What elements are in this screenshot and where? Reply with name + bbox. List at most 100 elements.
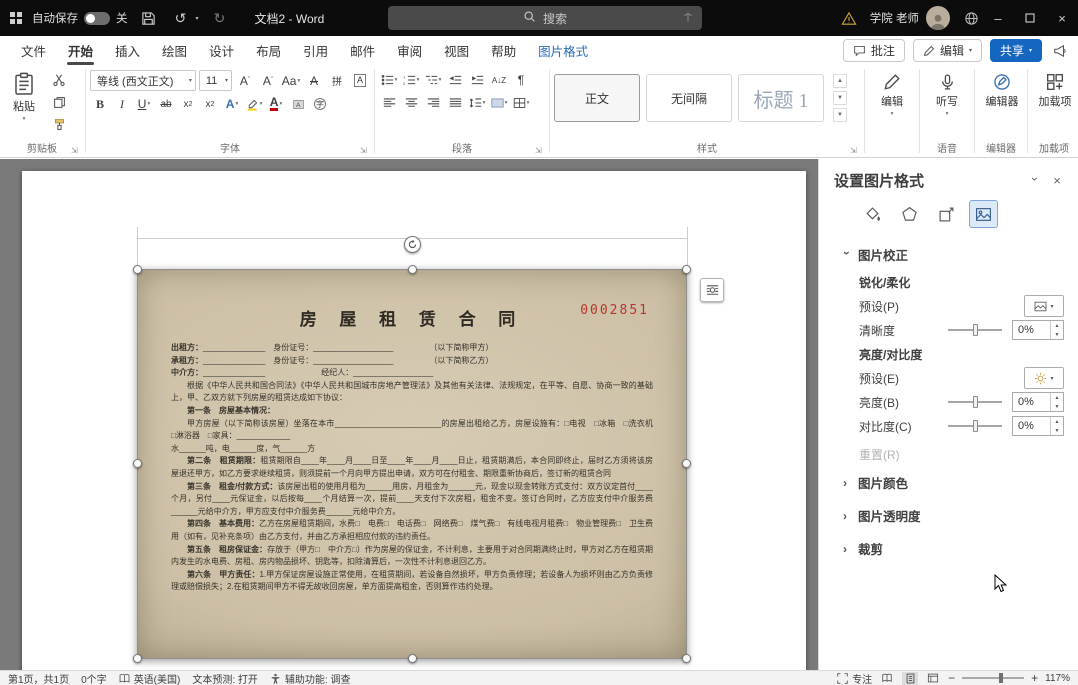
contrast-spin-down[interactable]: ▼ xyxy=(1051,426,1063,435)
sort-button[interactable]: A↓Z xyxy=(489,70,509,90)
style-no-spacing[interactable]: 无间隔 xyxy=(646,74,732,122)
highlight-button[interactable]: ▾ xyxy=(244,94,264,114)
clipboard-dialog-launcher[interactable]: ⇲ xyxy=(71,146,81,156)
bullets-button[interactable]: ▾ xyxy=(379,70,399,90)
addins-button[interactable]: 加载项 xyxy=(1032,70,1078,109)
brightness-slider[interactable] xyxy=(948,396,1002,408)
zoom-out-button[interactable]: − xyxy=(948,671,955,685)
paragraph-dialog-launcher[interactable]: ⇲ xyxy=(535,146,545,156)
layout-properties-tab[interactable] xyxy=(933,201,960,227)
autosave-switch[interactable] xyxy=(84,11,110,25)
panel-close-icon[interactable]: × xyxy=(1046,171,1068,191)
clear-formatting-button[interactable]: A xyxy=(304,71,324,91)
align-center-button[interactable] xyxy=(401,93,421,113)
autosave-toggle[interactable]: 自动保存 关 xyxy=(32,10,128,26)
font-size-combo[interactable]: 11 ▾ xyxy=(198,70,232,91)
styles-scroll-down[interactable]: ▼ xyxy=(833,91,847,105)
layout-options-button[interactable] xyxy=(700,278,724,302)
resize-handle-se[interactable] xyxy=(682,654,691,663)
text-prediction-indicator[interactable]: 文本预测: 打开 xyxy=(192,671,258,685)
read-mode-button[interactable] xyxy=(879,672,895,685)
editing-mode-button[interactable]: 编辑 ▾ xyxy=(912,39,982,62)
tab-layout[interactable]: 布局 xyxy=(247,36,290,66)
text-effects-button[interactable]: A ▾ xyxy=(222,94,242,114)
save-icon[interactable] xyxy=(138,7,160,29)
phonetic-guide-button[interactable]: 拼 xyxy=(327,71,347,91)
zoom-slider[interactable] xyxy=(962,673,1025,683)
tab-view[interactable]: 视图 xyxy=(435,36,478,66)
sharpness-slider[interactable] xyxy=(948,324,1002,336)
paragraph-shading-button[interactable]: ▾ xyxy=(489,93,509,113)
sharpness-value-box[interactable]: 0% ▲ ▼ xyxy=(1012,320,1064,340)
sharpen-preset-dropdown[interactable]: ▾ xyxy=(1024,295,1064,317)
cut-button[interactable] xyxy=(49,70,69,90)
section-picture-corrections[interactable]: › 图片校正 xyxy=(819,237,1078,270)
undo-icon[interactable]: ↺ xyxy=(170,7,192,29)
align-right-button[interactable] xyxy=(423,93,443,113)
account-button[interactable]: 学院 老师 xyxy=(870,6,950,30)
picture-tab[interactable] xyxy=(969,200,998,228)
tab-references[interactable]: 引用 xyxy=(294,36,337,66)
resize-handle-n[interactable] xyxy=(408,265,417,274)
show-marks-button[interactable]: ¶ xyxy=(511,70,531,90)
sharpness-slider-thumb[interactable] xyxy=(973,324,978,336)
tab-home[interactable]: 开始 xyxy=(59,36,102,66)
minimize-button[interactable]: – xyxy=(982,0,1014,36)
zoom-level[interactable]: 117% xyxy=(1045,673,1070,684)
tab-design[interactable]: 设计 xyxy=(200,36,243,66)
resize-handle-e[interactable] xyxy=(682,459,691,468)
style-heading-1[interactable]: 标题 1 xyxy=(738,74,824,122)
style-normal[interactable]: 正文 xyxy=(554,74,640,122)
brightness-spin-down[interactable]: ▼ xyxy=(1051,402,1063,411)
styles-dialog-launcher[interactable]: ⇲ xyxy=(850,146,860,156)
search-assistant-icon[interactable] xyxy=(682,11,694,26)
sharpness-spin-down[interactable]: ▼ xyxy=(1051,330,1063,339)
comments-button[interactable]: 批注 xyxy=(842,39,905,62)
share-button[interactable]: 共享 ▾ xyxy=(989,39,1042,62)
contrast-slider-thumb[interactable] xyxy=(973,420,978,432)
section-picture-transparency[interactable]: › 图片透明度 xyxy=(819,498,1078,531)
line-spacing-button[interactable]: ▾ xyxy=(467,93,487,113)
tab-picture-format[interactable]: 图片格式 xyxy=(529,36,597,66)
contrast-spin-up[interactable]: ▲ xyxy=(1051,417,1063,426)
tab-file[interactable]: 文件 xyxy=(12,36,55,66)
decrease-indent-button[interactable] xyxy=(445,70,465,90)
zoom-slider-thumb[interactable] xyxy=(999,673,1004,683)
language-indicator[interactable]: 英语(美国) xyxy=(119,671,180,685)
bold-button[interactable]: B xyxy=(90,94,110,114)
presence-sphere-icon[interactable] xyxy=(960,7,982,29)
reset-button[interactable]: 重置(R) xyxy=(819,438,1078,465)
contrast-slider[interactable] xyxy=(948,420,1002,432)
shading-button[interactable]: A xyxy=(288,94,308,114)
change-case-button[interactable]: Aa ▾ xyxy=(281,71,301,91)
increase-indent-button[interactable] xyxy=(467,70,487,90)
tab-insert[interactable]: 插入 xyxy=(106,36,149,66)
zoom-in-button[interactable]: + xyxy=(1031,671,1038,685)
grow-font-button[interactable]: Aˆ xyxy=(235,71,255,91)
contract-image[interactable]: 0002851 房 屋 租 赁 合 同 出租方：______________ 身… xyxy=(137,269,687,659)
focus-button[interactable]: 专注 xyxy=(837,671,872,685)
section-picture-color[interactable]: › 图片颜色 xyxy=(819,465,1078,498)
resize-handle-w[interactable] xyxy=(133,459,142,468)
underline-button[interactable]: U ▾ xyxy=(134,94,154,114)
tab-mailings[interactable]: 邮件 xyxy=(341,36,384,66)
search-box[interactable]: 搜索 xyxy=(388,6,702,30)
warning-icon[interactable] xyxy=(838,7,860,29)
numbering-button[interactable]: 1 2 ▾ xyxy=(401,70,421,90)
dictate-button[interactable]: 听写 ▾ xyxy=(924,70,970,117)
enclose-character-button[interactable]: 字 xyxy=(310,94,330,114)
editor-button[interactable]: 编辑器 xyxy=(979,70,1025,109)
document-canvas[interactable]: 0002851 房 屋 租 赁 合 同 出租方：______________ 身… xyxy=(0,159,818,670)
strikethrough-button[interactable]: ab xyxy=(156,94,176,114)
brightness-spin-up[interactable]: ▲ xyxy=(1051,393,1063,402)
tab-draw[interactable]: 绘图 xyxy=(153,36,196,66)
align-left-button[interactable] xyxy=(379,93,399,113)
brightness-value-box[interactable]: 0% ▲ ▼ xyxy=(1012,392,1064,412)
font-family-combo[interactable]: 等线 (西文正文) ▾ xyxy=(90,70,196,91)
tab-help[interactable]: 帮助 xyxy=(482,36,525,66)
shrink-font-button[interactable]: Aˇ xyxy=(258,71,278,91)
resize-handle-nw[interactable] xyxy=(133,265,142,274)
app-launcher-icon[interactable] xyxy=(10,12,22,24)
redo-icon[interactable]: ↻ xyxy=(209,7,231,29)
rotation-handle[interactable] xyxy=(404,236,421,253)
